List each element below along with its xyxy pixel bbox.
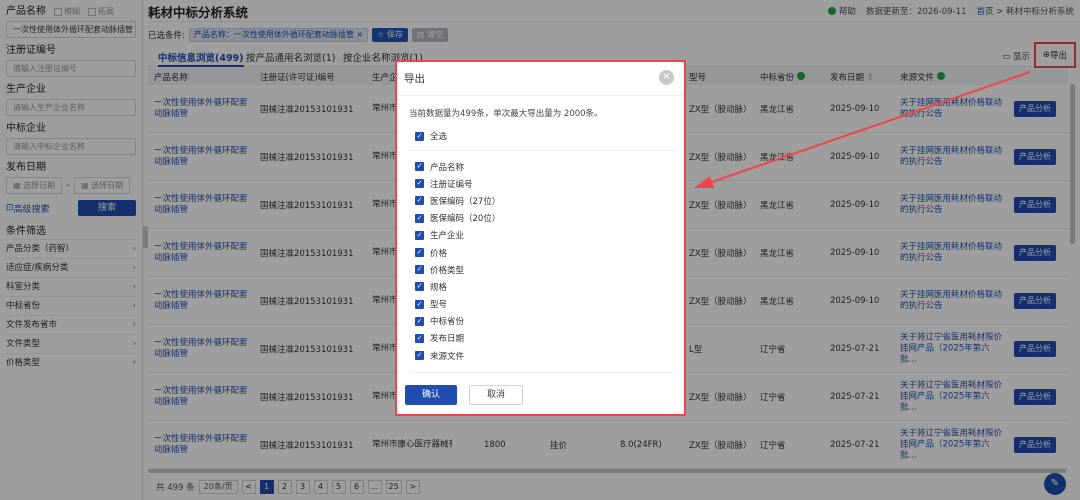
confirm-button[interactable]: 确认 <box>405 385 457 405</box>
arrow-head <box>694 176 714 188</box>
field-label: 发布日期 <box>430 334 465 345</box>
field-label: 中标省份 <box>430 317 465 328</box>
field-checkbox[interactable]: ✓ 医保编码（27位） <box>415 192 500 209</box>
field-label: 医保编码（20位） <box>430 214 501 225</box>
field-label: 型号 <box>430 300 448 311</box>
checkbox-checked-icon: ✓ <box>415 299 424 309</box>
dialog-header: 导出 × <box>397 62 684 96</box>
checkbox-checked-icon: ✓ <box>415 179 424 189</box>
field-checkbox[interactable]: ✓ 产品名称 <box>415 158 500 175</box>
field-label: 来源文件 <box>430 351 465 362</box>
checkbox-checked-icon: ✓ <box>415 248 424 258</box>
field-checkbox[interactable]: ✓ 价格 <box>415 244 500 261</box>
field-label: 医保编码（27位） <box>430 196 501 207</box>
field-checkbox[interactable]: ✓ 注册证编号 <box>415 175 500 192</box>
field-checkbox[interactable]: ✓ 价格类型 <box>415 261 500 278</box>
dialog-title: 导出 <box>404 73 425 85</box>
field-checkbox[interactable]: ✓ 生产企业 <box>415 227 500 244</box>
field-checkbox[interactable]: ✓ 规格 <box>415 278 500 295</box>
export-dialog: 导出 × 当前数据量为499条，单次最大导出量为 2000条。 ✓ 全选 ✓ 产品名… <box>395 60 686 416</box>
cancel-button[interactable]: 取消 <box>469 385 523 405</box>
field-label: 生产企业 <box>430 231 465 242</box>
field-checkbox[interactable]: ✓ 型号 <box>415 296 500 313</box>
select-all-label: 全选 <box>430 132 448 142</box>
checkbox-checked-icon: ✓ <box>415 162 424 172</box>
field-label: 注册证编号 <box>430 179 473 190</box>
field-checkbox[interactable]: ✓ 中标省份 <box>415 313 500 330</box>
checkbox-checked-icon: ✓ <box>415 131 424 141</box>
field-label: 规格 <box>430 282 448 293</box>
field-label: 价格 <box>430 248 448 259</box>
checkbox-checked-icon: ✓ <box>415 213 424 223</box>
dialog-info: 当前数据量为499条，单次最大导出量为 2000条。 <box>409 109 603 119</box>
field-checkbox[interactable]: ✓ 发布日期 <box>415 330 500 347</box>
field-list: ✓ 产品名称 ✓ 注册证编号 ✓ 医保编码（27位） ✓ 医保编码（20位） ✓ 生产企业… <box>415 158 500 364</box>
checkbox-checked-icon: ✓ <box>415 196 424 206</box>
close-icon[interactable]: × <box>659 70 674 85</box>
arrow-line <box>705 71 1031 185</box>
checkbox-checked-icon: ✓ <box>415 230 424 240</box>
checkbox-checked-icon: ✓ <box>415 282 424 292</box>
dialog-divider <box>409 150 676 151</box>
dialog-divider <box>409 372 676 373</box>
checkbox-checked-icon: ✓ <box>415 333 424 343</box>
field-label: 价格类型 <box>430 265 465 276</box>
checkbox-checked-icon: ✓ <box>415 265 424 275</box>
checkbox-checked-icon: ✓ <box>415 316 424 326</box>
checkbox-checked-icon: ✓ <box>415 351 424 361</box>
field-label: 产品名称 <box>430 162 465 173</box>
field-checkbox[interactable]: ✓ 来源文件 <box>415 347 500 364</box>
field-checkbox[interactable]: ✓ 医保编码（20位） <box>415 210 500 227</box>
select-all-checkbox[interactable]: ✓ 全选 <box>415 130 447 142</box>
